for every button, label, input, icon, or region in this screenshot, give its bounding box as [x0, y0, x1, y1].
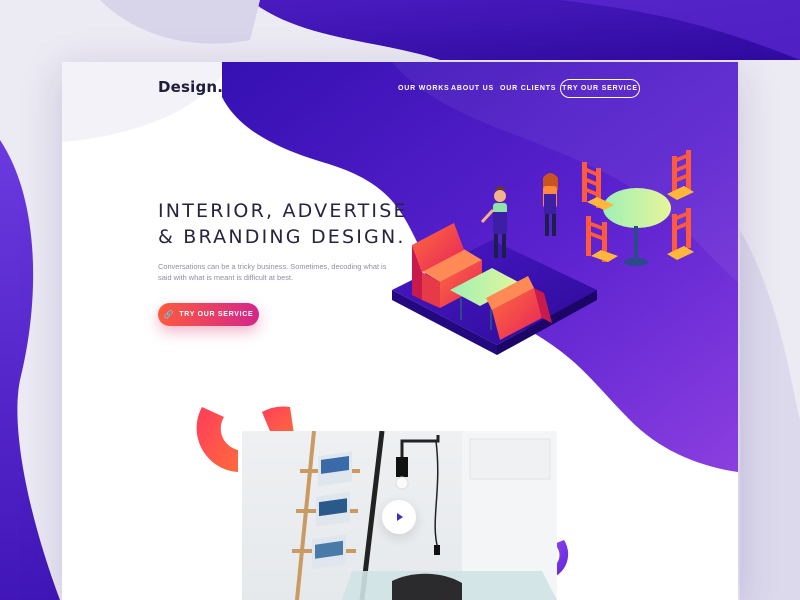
hero-button-label: TRY OUR SERVICE	[179, 311, 254, 318]
play-video-button[interactable]	[382, 500, 416, 534]
hero-title-line-1: INTERIOR, ADVERTISE	[158, 200, 408, 222]
hero-title-line-2: & BRANDING DESIGN.	[158, 226, 406, 248]
header-try-service-button[interactable]: TRY OUR SERVICE	[560, 79, 640, 98]
nav-about-us[interactable]: ABOUT US	[451, 85, 494, 92]
restaurant-illustration	[392, 150, 694, 355]
nav-our-works[interactable]: OUR WORKS	[398, 85, 450, 92]
play-icon	[397, 513, 403, 521]
logo[interactable]: Design.	[158, 78, 223, 96]
hero-title: INTERIOR, ADVERTISE & BRANDING DESIGN.	[158, 198, 418, 250]
nav-our-clients[interactable]: OUR CLIENTS	[500, 85, 556, 92]
hero-try-service-button[interactable]: 🔗 TRY OUR SERVICE	[158, 303, 259, 326]
link-icon: 🔗	[163, 309, 175, 319]
hero-description: Conversations can be a tricky business. …	[158, 262, 387, 282]
landing-page-card: Design. OUR WORKS ABOUT US OUR CLIENTS T…	[62, 62, 738, 600]
interior-photo	[242, 431, 557, 600]
